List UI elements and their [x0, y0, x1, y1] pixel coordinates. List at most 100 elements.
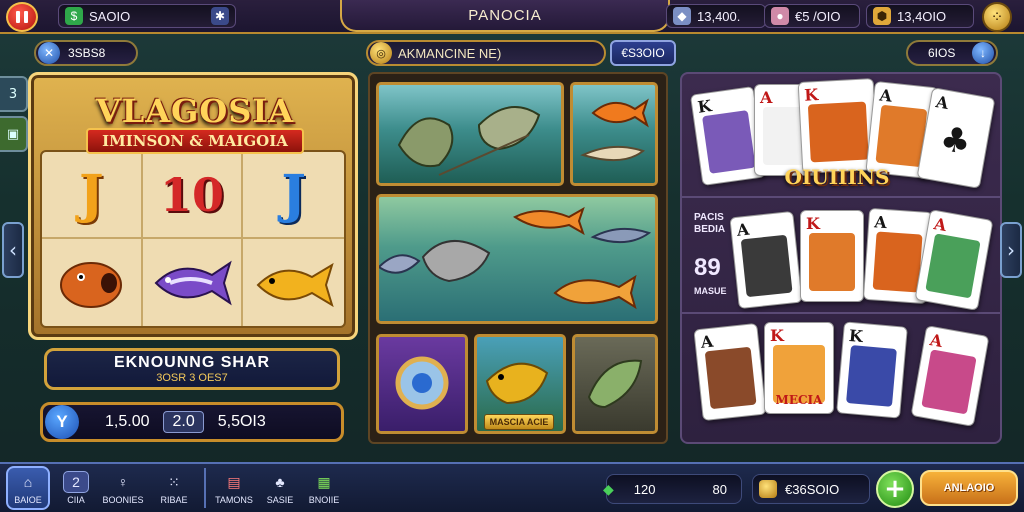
- info-subtitle: 3OSR 3 OES7: [156, 372, 228, 384]
- side-number: 89: [694, 254, 721, 281]
- stat-gems: ◆ 13,400.: [666, 4, 766, 28]
- coin-icon: ⬢: [873, 7, 891, 25]
- fish-tile-3[interactable]: [376, 194, 658, 324]
- fish-tile-1[interactable]: [376, 82, 564, 186]
- fish-icon: [379, 206, 652, 310]
- fish-icon: [587, 359, 643, 409]
- fish-icon: [397, 106, 541, 176]
- fish-icon: [154, 260, 232, 305]
- middle-header-label: AKMANCINE NE): [398, 45, 502, 61]
- star-icon: ✕: [38, 42, 60, 64]
- fish-tile-5[interactable]: [572, 334, 658, 434]
- nav-home[interactable]: ⌂ BAIOE: [6, 466, 50, 510]
- info-plate: EKNOUNNG SHAR 3OSR 3 OES7: [44, 348, 340, 390]
- add-coins-button[interactable]: +: [876, 470, 914, 508]
- nav-item-4[interactable]: ⁙ RIBAE: [152, 466, 196, 510]
- stat-coins-value: 13,4OIO: [897, 8, 947, 24]
- side-label: BEDIA: [694, 224, 726, 235]
- nav-item-6[interactable]: ♣ SASIE: [260, 466, 300, 510]
- bet-bar: Y 1,5.00 2.0 5,5OI3: [40, 402, 344, 442]
- slot-reels: J 10 J: [40, 150, 346, 328]
- slot-symbol-j: J: [42, 152, 143, 239]
- slot-title: VLAGOSIA: [95, 92, 295, 130]
- pause-button[interactable]: [6, 2, 38, 32]
- slot-subtitle: IMINSON & MAIGOIA: [86, 128, 304, 154]
- middle-header-value: €S3OIO: [610, 40, 676, 66]
- divider: [682, 312, 1000, 314]
- card-caption: MECIA: [775, 393, 823, 407]
- action-button[interactable]: ANLAOIO: [920, 470, 1018, 506]
- club-icon: ♣: [275, 474, 285, 490]
- fish-tile-label: MASCIA ACIE: [484, 414, 554, 430]
- slot-symbol-crab-fish: [42, 239, 143, 326]
- next-arrow-icon[interactable]: ›: [1000, 222, 1022, 278]
- playing-card[interactable]: K: [800, 210, 864, 302]
- fish-tile-2[interactable]: [570, 82, 658, 186]
- home-icon: ⌂: [23, 474, 33, 490]
- bolt-icon: ◆: [603, 480, 614, 497]
- info-title: EKNOUNNG SHAR: [113, 354, 271, 371]
- playing-card[interactable]: K MECIA: [764, 322, 834, 414]
- stat-coins: ⬢ 13,4OIO: [866, 4, 974, 28]
- sort-icon[interactable]: ↓: [972, 42, 994, 64]
- stat-shells-value: €5 /OIO: [795, 8, 841, 24]
- shell-icon: ●: [771, 7, 789, 25]
- balance-display: $ SAOIO ✱: [58, 4, 236, 28]
- bet-total: 5,5OI3: [217, 413, 266, 430]
- side-label: PACIS: [694, 212, 724, 223]
- middle-header: ◎ AKMANCINE NE): [366, 40, 606, 66]
- coin-icon: ◎: [370, 42, 392, 64]
- fish-icon: [580, 98, 649, 162]
- gift-icon: ▤: [227, 473, 241, 490]
- nav-item-5[interactable]: ▤ TAMONS: [212, 466, 256, 510]
- item-tile-compass[interactable]: [376, 334, 468, 434]
- slot-symbol-j-blue: J: [243, 152, 344, 239]
- game-title: PANOCIA: [340, 0, 670, 32]
- right-stat-pill: 6IOS ↓: [906, 40, 998, 66]
- fish-icon: [60, 261, 123, 308]
- coin-value: €36SOIO: [785, 481, 840, 497]
- slot-symbol-gold-fish: [243, 239, 344, 326]
- stat-gems-value: 13,400.: [697, 8, 741, 24]
- stat-a2: 80: [712, 481, 727, 497]
- stat-pill: ◆ 120 80: [603, 474, 742, 504]
- left-stat-pill: ✕ 3SBS8: [34, 40, 138, 66]
- cash-icon: $: [65, 7, 83, 25]
- compass-icon: [395, 356, 449, 410]
- balance-value: SAOIO: [89, 8, 131, 24]
- settings-icon[interactable]: ✱: [211, 7, 229, 25]
- bet-multiplier[interactable]: 2.0: [163, 411, 204, 433]
- stat-a1: 120: [633, 481, 656, 497]
- playing-card[interactable]: A: [693, 322, 767, 422]
- prev-arrow-icon[interactable]: ‹: [2, 222, 24, 278]
- bet-icon[interactable]: Y: [45, 405, 79, 439]
- nav-item-3[interactable]: ♀ BOONIES: [102, 466, 144, 510]
- left-stat-value: 3SBS8: [68, 46, 106, 60]
- playing-card[interactable]: K: [836, 321, 908, 419]
- nav-item-2[interactable]: 2 CIIA: [58, 466, 94, 510]
- slot-banner: VLAGOSIA IMINSON & MAIGOIA: [60, 90, 330, 156]
- nav-item-7[interactable]: ▦ BNOIIE: [302, 466, 346, 510]
- tab-icon: ▣: [6, 126, 20, 142]
- side-tab-2[interactable]: ▣: [0, 116, 28, 152]
- grid-icon: ⁙: [168, 473, 180, 490]
- stat-shells: ● €5 /OIO: [764, 4, 860, 28]
- side-tab-1[interactable]: 3: [0, 76, 28, 112]
- coin-icon: [759, 480, 777, 498]
- slot-symbol-10: 10: [142, 152, 244, 239]
- slot-symbol-purple-fish: [143, 239, 244, 326]
- divider: [682, 196, 1000, 198]
- playing-card[interactable]: A: [729, 210, 803, 310]
- calendar-icon: ▦: [317, 473, 331, 490]
- tab-icon: 3: [8, 86, 18, 102]
- fish-icon: [256, 262, 334, 307]
- gem-icon: ◆: [673, 7, 691, 25]
- menu-icon[interactable]: ⁘: [982, 2, 1012, 32]
- number-icon: 2: [63, 471, 89, 493]
- right-stat-value: 6IOS: [928, 46, 956, 60]
- cards-title: OIUIIINS: [784, 165, 890, 189]
- side-label: MASUE: [694, 286, 727, 296]
- chip-icon: ♀: [117, 474, 129, 490]
- bet-value: 1,5.00: [105, 413, 150, 430]
- coin-pill: €36SOIO: [752, 474, 870, 504]
